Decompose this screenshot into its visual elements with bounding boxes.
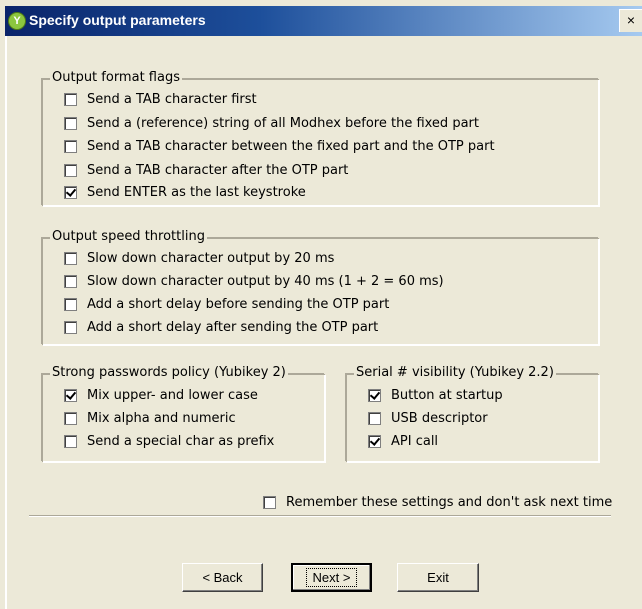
checkbox-label: Add a short delay before sending the OTP… [87, 296, 390, 312]
checkbox-label: Send ENTER as the last keystroke [87, 184, 306, 200]
checkbox-label: Remember these settings and don't ask ne… [286, 494, 613, 510]
checkbox-box[interactable] [64, 139, 77, 153]
checkbox-box[interactable] [64, 411, 77, 425]
checkbox-label: Send a TAB character after the OTP part [87, 162, 349, 178]
checkbox-delay-before-otp[interactable]: Add a short delay before sending the OTP… [64, 295, 389, 313]
checkbox-box[interactable] [368, 434, 381, 448]
checkbox-label: Send a TAB character between the fixed p… [87, 138, 495, 154]
strong-passwords-legend: Strong passwords policy (Yubikey 2) [50, 365, 288, 381]
checkbox-box[interactable] [64, 297, 77, 311]
checkbox-slow-40ms[interactable]: Slow down character output by 40 ms (1 +… [64, 272, 444, 290]
checkbox-label: Mix upper- and lower case [87, 387, 258, 403]
checkbox-box[interactable] [263, 495, 276, 509]
output-format-group: Output format flags Send a TAB character… [42, 70, 599, 206]
checkbox-label: Button at startup [391, 387, 503, 403]
back-button[interactable]: < Back [182, 563, 263, 592]
yubico-app-icon: Y [8, 12, 26, 30]
checkbox-label: USB descriptor [391, 410, 488, 426]
window-left-edge [5, 36, 7, 609]
exit-button[interactable]: Exit [397, 563, 479, 592]
checkbox-box[interactable] [368, 388, 381, 402]
checkbox-api-call[interactable]: API call [368, 432, 438, 450]
checkbox-box[interactable] [64, 92, 77, 106]
checkbox-remember-settings[interactable]: Remember these settings and don't ask ne… [263, 493, 612, 511]
dialog-window: Y Specify output parameters × Output for… [0, 0, 642, 609]
checkbox-box[interactable] [64, 185, 77, 199]
checkbox-box[interactable] [64, 434, 77, 448]
checkbox-modhex-reference[interactable]: Send a (reference) string of all Modhex … [64, 114, 479, 132]
exit-button-label: Exit [427, 570, 449, 585]
separator-line [29, 515, 611, 517]
speed-throttling-legend: Output speed throttling [50, 229, 207, 245]
checkbox-label: Send a special char as prefix [87, 433, 275, 449]
checkbox-button-at-startup[interactable]: Button at startup [368, 386, 503, 404]
checkbox-label: Slow down character output by 40 ms (1 +… [87, 273, 444, 289]
serial-visibility-legend: Serial # visibility (Yubikey 2.2) [354, 365, 556, 381]
strong-passwords-group: Strong passwords policy (Yubikey 2) Mix … [42, 365, 325, 462]
checkbox-box[interactable] [64, 388, 77, 402]
next-button[interactable]: Next > [291, 563, 372, 592]
next-button-label: Next > [305, 568, 358, 587]
close-icon[interactable]: × [619, 9, 642, 32]
title-bar[interactable]: Y Specify output parameters × [5, 6, 642, 36]
checkbox-box[interactable] [64, 116, 77, 130]
checkbox-label: Send a TAB character first [87, 91, 257, 107]
checkbox-send-enter[interactable]: Send ENTER as the last keystroke [64, 183, 306, 201]
checkbox-tab-first[interactable]: Send a TAB character first [64, 90, 257, 108]
window-title: Specify output parameters [29, 12, 206, 28]
checkbox-slow-20ms[interactable]: Slow down character output by 20 ms [64, 249, 334, 267]
checkbox-mix-alpha-numeric[interactable]: Mix alpha and numeric [64, 409, 236, 427]
checkbox-label: Slow down character output by 20 ms [87, 250, 335, 266]
checkbox-box[interactable] [64, 320, 77, 334]
checkbox-box[interactable] [64, 163, 77, 177]
checkbox-box[interactable] [64, 251, 77, 265]
checkbox-label: Send a (reference) string of all Modhex … [87, 115, 479, 131]
checkbox-label: Add a short delay after sending the OTP … [87, 319, 379, 335]
checkbox-label: Mix alpha and numeric [87, 410, 236, 426]
checkbox-delay-after-otp[interactable]: Add a short delay after sending the OTP … [64, 318, 378, 336]
speed-throttling-group: Output speed throttling Slow down charac… [42, 229, 599, 345]
back-button-label: < Back [202, 570, 243, 585]
serial-visibility-group: Serial # visibility (Yubikey 2.2) Button… [346, 365, 599, 462]
checkbox-mix-case[interactable]: Mix upper- and lower case [64, 386, 258, 404]
checkbox-tab-between[interactable]: Send a TAB character between the fixed p… [64, 137, 495, 155]
output-format-legend: Output format flags [50, 70, 182, 86]
checkbox-tab-after[interactable]: Send a TAB character after the OTP part [64, 161, 348, 179]
checkbox-label: API call [391, 433, 439, 449]
checkbox-special-char-prefix[interactable]: Send a special char as prefix [64, 432, 274, 450]
checkbox-box[interactable] [64, 274, 77, 288]
checkbox-box[interactable] [368, 411, 381, 425]
checkbox-usb-descriptor[interactable]: USB descriptor [368, 409, 488, 427]
